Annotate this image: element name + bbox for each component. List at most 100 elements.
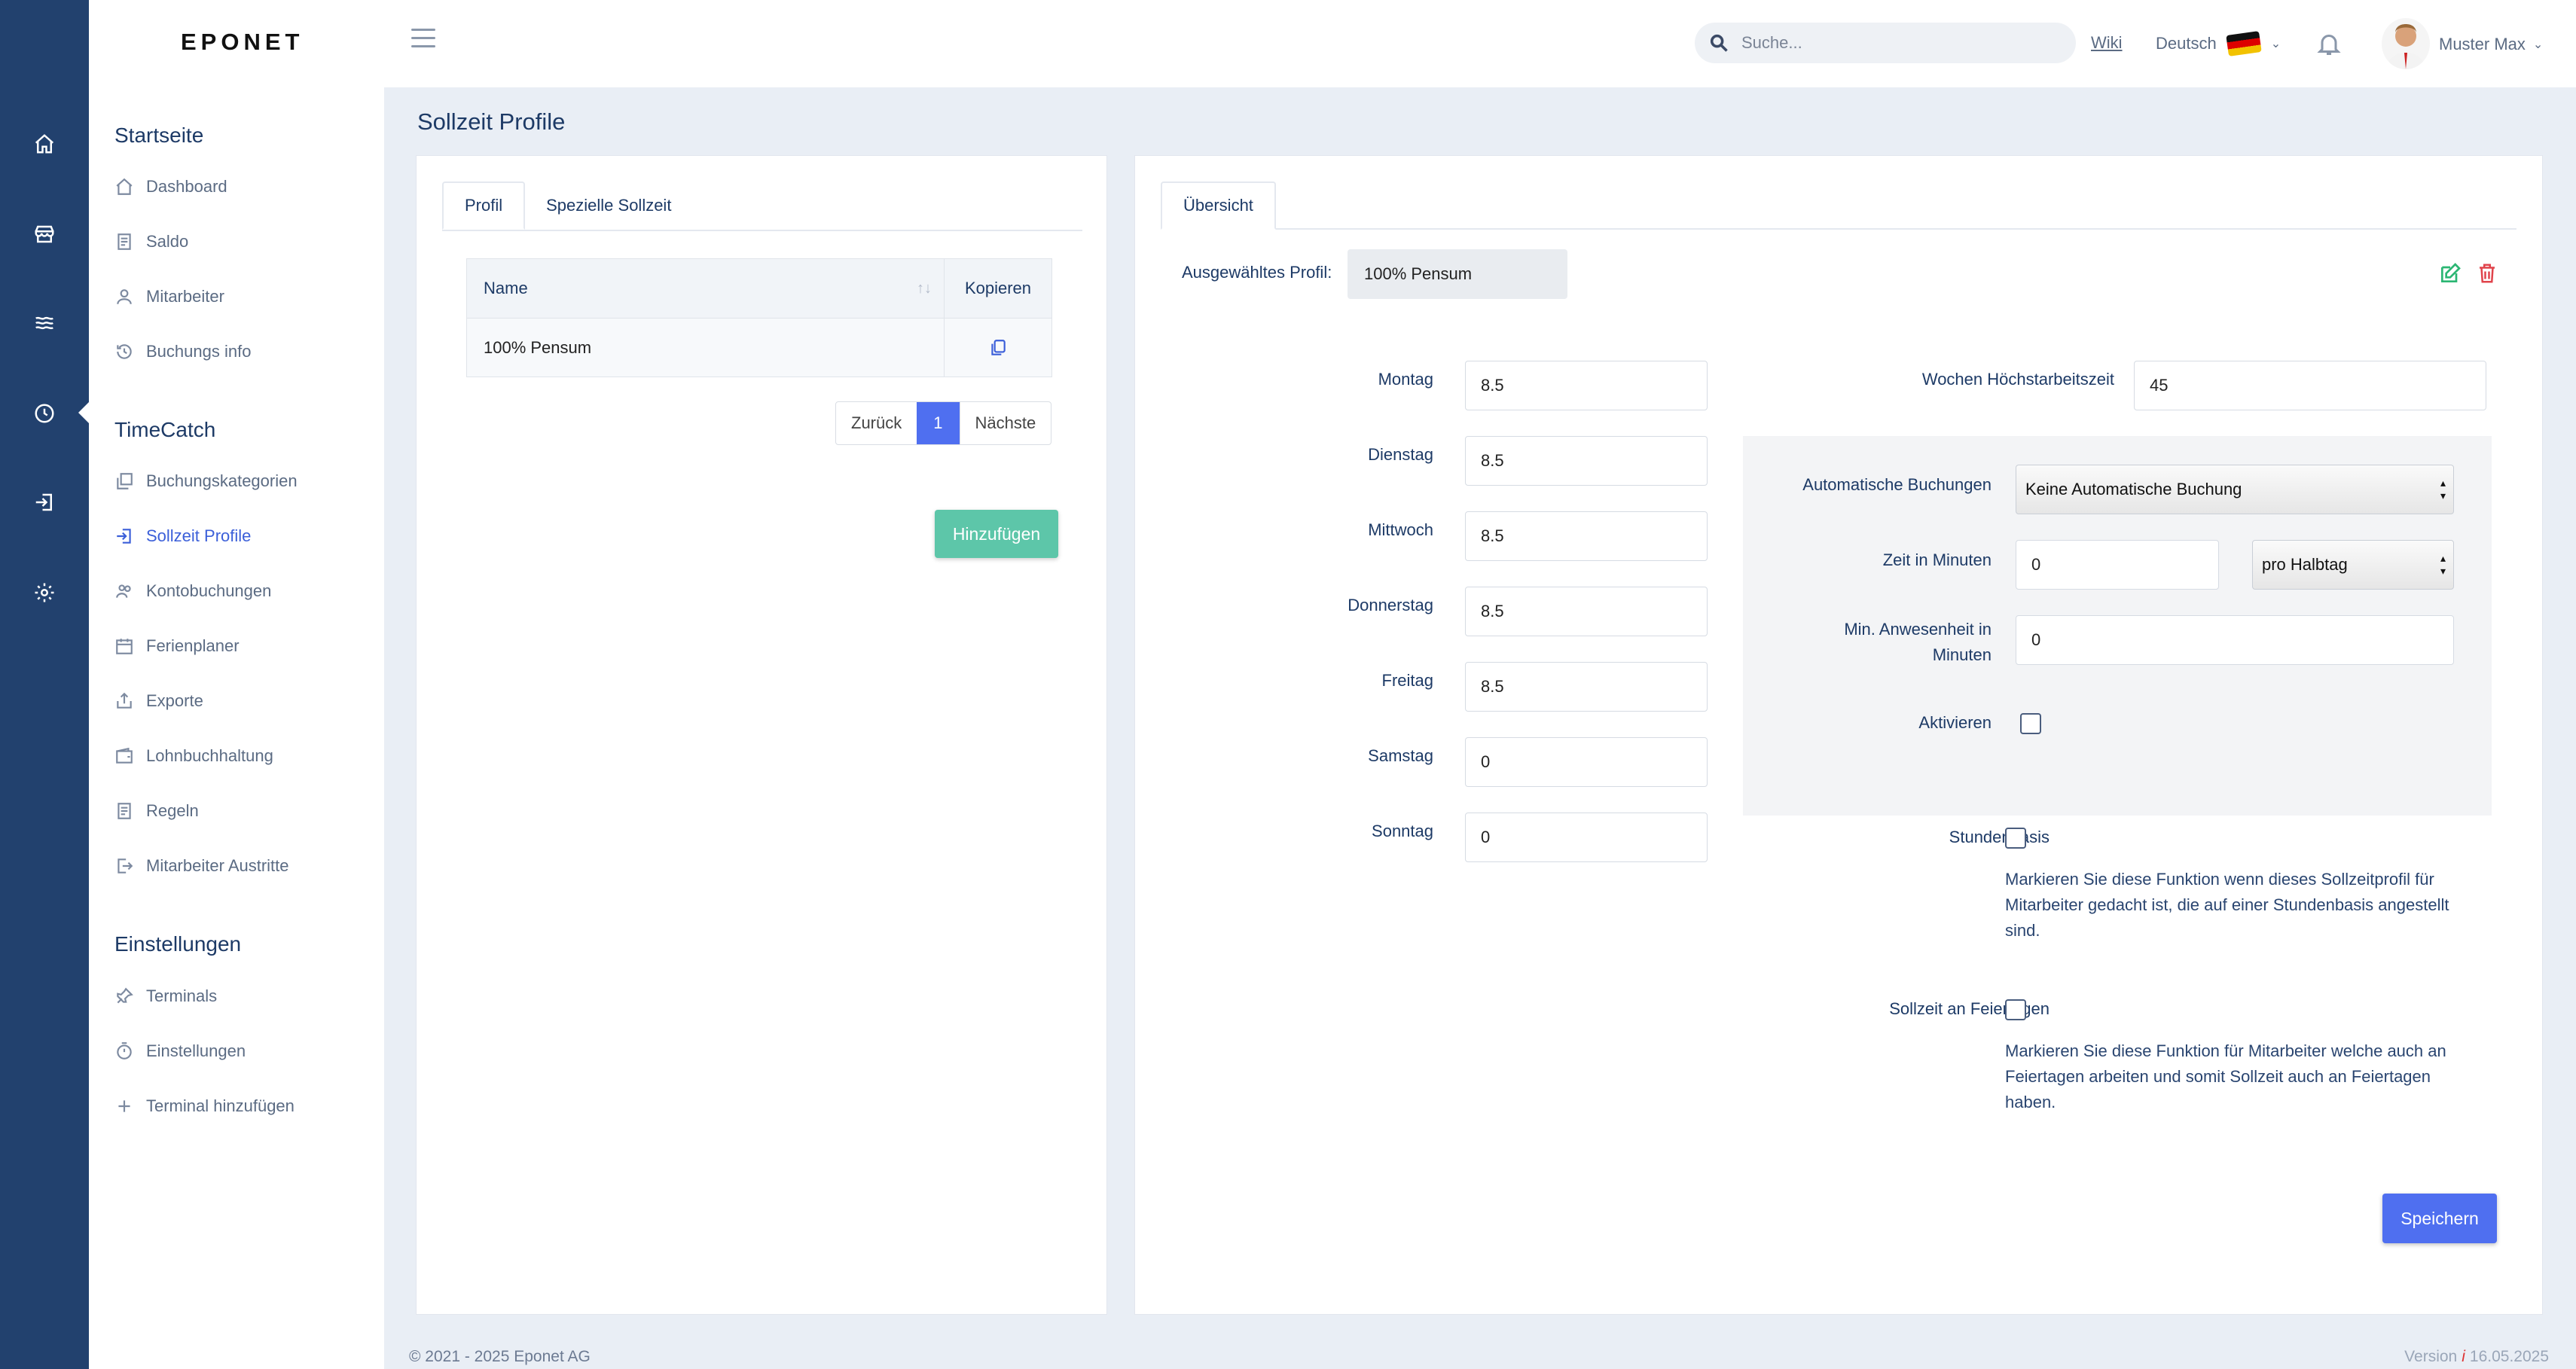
info-icon[interactable]: i	[2462, 1348, 2465, 1365]
auto-booking-label: Automatische Buchungen	[1802, 475, 1992, 494]
day-input-dienstag[interactable]: 8.5	[1465, 436, 1708, 486]
selected-profile-value: 100% Pensum	[1348, 249, 1567, 299]
day-label-sonntag: Sonntag	[1372, 822, 1433, 840]
gear-icon[interactable]	[29, 577, 60, 608]
page-title: Sollzeit Profile	[417, 108, 566, 135]
section-timecatch: TimeCatch	[114, 418, 216, 441]
login-icon[interactable]	[29, 486, 60, 518]
holidays-checkbox[interactable]	[2005, 999, 2026, 1020]
day-label-dienstag: Dienstag	[1368, 445, 1433, 464]
logo[interactable]: EPONET	[181, 29, 304, 56]
tab-profil[interactable]: Profil	[442, 181, 526, 230]
day-input-sonntag[interactable]: 0	[1465, 813, 1708, 862]
sidebar: EPONET Startseite Dashboard Saldo Mitarb…	[89, 0, 384, 1369]
day-input-freitag[interactable]: 8.5	[1465, 662, 1708, 712]
time-minutes-input[interactable]: 0	[2016, 540, 2219, 590]
sidebar-item-lohnbuchhaltung[interactable]: Lohnbuchhaltung	[114, 741, 273, 771]
pagination: Zurück 1 Nächste	[835, 401, 1052, 445]
clock-icon[interactable]	[29, 398, 60, 429]
holidays-help: Markieren Sie diese Funktion für Mitarbe…	[2005, 1041, 2446, 1111]
sidebar-item-sollzeit-profile[interactable]: Sollzeit Profile	[114, 521, 251, 551]
profile-detail-card: Übersicht Ausgewähltes Profil: 100% Pens…	[1134, 155, 2543, 1315]
avatar[interactable]	[2382, 18, 2430, 69]
sidebar-item-buchungs-info[interactable]: Buchungs info	[114, 337, 251, 367]
login-icon	[117, 529, 131, 544]
sidebar-item-buchungskategorien[interactable]: Buchungskategorien	[114, 466, 298, 496]
sidebar-item-terminals[interactable]: Terminals	[114, 981, 217, 1011]
min-presence-input[interactable]: 0	[2016, 615, 2454, 665]
icon-rail	[0, 0, 89, 1369]
chevron-down-icon: ⌄	[2532, 38, 2544, 51]
day-label-freitag: Freitag	[1381, 671, 1433, 690]
activate-checkbox[interactable]	[2020, 713, 2041, 734]
sidebar-item-terminal-hinzufuegen[interactable]: Terminal hinzufügen	[114, 1091, 295, 1121]
sidebar-item-ferienplaner[interactable]: Ferienplaner	[114, 631, 240, 661]
user-icon	[117, 289, 132, 304]
document-icon	[118, 803, 131, 819]
user-menu[interactable]: Muster Max ⌄	[2439, 35, 2543, 54]
document-icon	[118, 233, 131, 250]
german-flag-icon	[2225, 31, 2262, 56]
day-input-montag[interactable]: 8.5	[1465, 361, 1708, 410]
sidebar-item-saldo[interactable]: Saldo	[114, 227, 188, 257]
sidebar-item-mitarbeiter-austritte[interactable]: Mitarbeiter Austritte	[114, 851, 289, 881]
table-row[interactable]: 100% Pensum	[467, 318, 1051, 377]
tab-uebersicht[interactable]: Übersicht	[1161, 181, 1276, 230]
selected-profile-label: Ausgewähltes Profil:	[1182, 263, 1332, 282]
sidebar-item-kontobuchungen[interactable]: Kontobuchungen	[114, 576, 271, 606]
day-input-samstag[interactable]: 0	[1465, 737, 1708, 787]
delete-icon[interactable]	[2476, 261, 2498, 285]
time-unit-select[interactable]: pro Halbtag ▴ ▾	[2252, 540, 2454, 590]
bell-icon[interactable]	[2315, 29, 2343, 59]
waves-icon[interactable]	[29, 307, 60, 339]
day-input-donnerstag[interactable]: 8.5	[1465, 587, 1708, 636]
calendar-icon	[116, 639, 133, 654]
copy-icon[interactable]	[945, 319, 1051, 377]
sidebar-item-regeln[interactable]: Regeln	[114, 796, 199, 826]
section-einstellungen: Einstellungen	[114, 932, 242, 956]
hour-basis-checkbox[interactable]	[2005, 828, 2026, 849]
wallet-icon	[116, 747, 133, 764]
hamburger-menu-icon[interactable]	[411, 29, 435, 51]
store-icon[interactable]	[29, 218, 60, 250]
pagination-prev[interactable]: Zurück	[836, 402, 917, 444]
copyright-text: © 2021 - 2025 Eponet AG	[409, 1348, 591, 1365]
search-bar[interactable]	[1695, 23, 2076, 63]
select-arrows-icon: ▴ ▾	[2440, 552, 2446, 577]
users-icon	[116, 584, 131, 598]
home-icon	[116, 178, 133, 195]
day-label-donnerstag: Donnerstag	[1348, 596, 1433, 614]
sidebar-item-dashboard[interactable]: Dashboard	[114, 172, 227, 202]
day-label-mittwoch: Mittwoch	[1368, 520, 1433, 539]
detail-tabs: Übersicht	[1161, 181, 2516, 230]
day-input-mittwoch[interactable]: 8.5	[1465, 511, 1708, 561]
plus-icon	[118, 1100, 130, 1112]
share-icon	[117, 692, 132, 709]
pagination-next[interactable]: Nächste	[959, 402, 1051, 444]
language-selector[interactable]: Deutsch ⌄	[2156, 31, 2281, 56]
edit-icon[interactable]	[2438, 261, 2462, 285]
profile-name-cell[interactable]: 100% Pensum	[467, 319, 945, 377]
copy-icon	[117, 473, 133, 489]
weekly-max-input[interactable]: 45	[2134, 361, 2486, 410]
profile-tabs: Profil Spezielle Sollzeit	[442, 181, 1082, 231]
pin-icon	[117, 987, 133, 1004]
add-profile-button[interactable]: Hinzufügen	[935, 510, 1058, 558]
wiki-link[interactable]: Wiki	[2091, 33, 2123, 53]
pagination-page-1[interactable]: 1	[917, 402, 960, 444]
tab-spezielle-sollzeit[interactable]: Spezielle Sollzeit	[525, 181, 692, 230]
sidebar-item-mitarbeiter[interactable]: Mitarbeiter	[114, 282, 224, 312]
auto-booking-select[interactable]: Keine Automatische Buchung ▴ ▾	[2016, 465, 2454, 514]
profile-list-card: Profil Spezielle Sollzeit Name ↑↓ Kopiere…	[416, 155, 1107, 1315]
save-button[interactable]: Speichern	[2382, 1194, 2497, 1243]
footer: © 2021 - 2025 Eponet AG Version i 16.05.20…	[384, 1318, 2576, 1369]
top-bar: Wiki Deutsch ⌄ Muster Max⌄	[384, 0, 2576, 87]
activate-label: Aktivieren	[1918, 713, 1992, 732]
column-header-name[interactable]: Name ↑↓	[467, 259, 945, 318]
sort-icon[interactable]: ↑↓	[917, 280, 932, 297]
home-icon[interactable]	[29, 128, 60, 160]
sidebar-item-exporte[interactable]: Exporte	[114, 686, 203, 716]
chevron-down-icon: ⌄	[2270, 38, 2281, 50]
search-input[interactable]	[1741, 33, 2043, 53]
sidebar-item-einstellungen[interactable]: Einstellungen	[114, 1036, 246, 1066]
